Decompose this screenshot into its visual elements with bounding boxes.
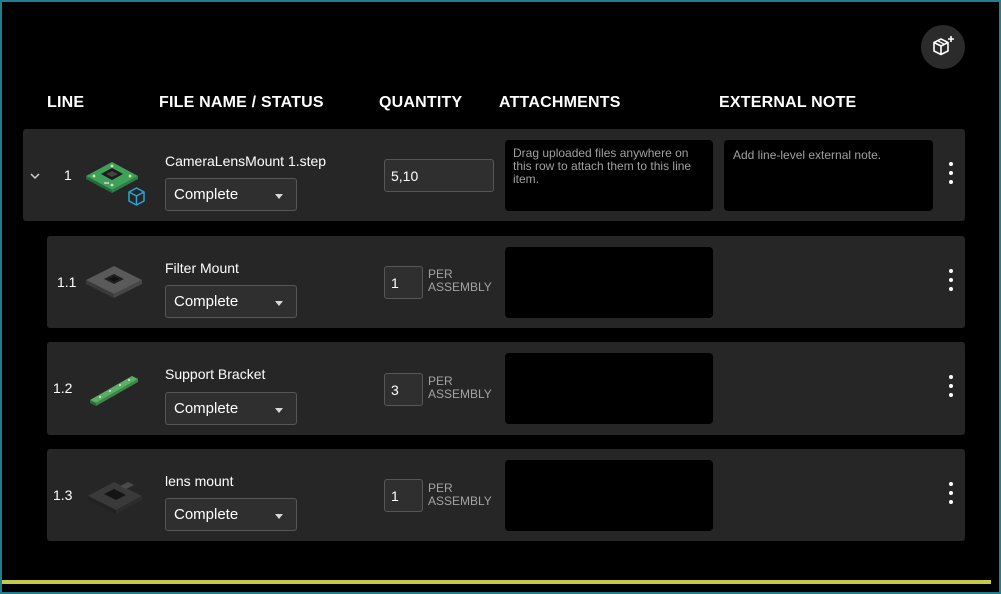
caret-down-icon — [275, 514, 283, 519]
attachments-dropzone[interactable] — [505, 353, 713, 424]
per-assembly-label: PER ASSEMBLY — [428, 481, 492, 508]
3d-box-icon[interactable] — [126, 186, 147, 207]
line-number: 1.3 — [53, 487, 73, 503]
status-value: Complete — [174, 506, 239, 523]
quantity-value: 1 — [391, 487, 399, 504]
header-attachments: ATTACHMENTS — [499, 94, 621, 111]
attachments-placeholder: Drag uploaded files anywhere on this row… — [513, 146, 692, 186]
row-menu-button[interactable] — [945, 375, 957, 397]
attachments-dropzone[interactable] — [505, 247, 713, 318]
accent-bar — [2, 580, 991, 584]
file-name[interactable]: CameraLensMount 1.step — [165, 153, 326, 169]
row-menu-button[interactable] — [945, 162, 957, 184]
part-thumbnail[interactable] — [84, 474, 146, 518]
per-assembly-label: PER ASSEMBLY — [428, 374, 492, 401]
file-name[interactable]: Support Bracket — [165, 366, 265, 382]
header-file-name-status: FILE NAME / STATUS — [159, 94, 324, 111]
add-part-button[interactable] — [921, 25, 965, 69]
part-thumbnail[interactable] — [82, 258, 146, 304]
attachments-dropzone[interactable] — [505, 460, 713, 531]
per-assembly-label: PER ASSEMBLY — [428, 267, 492, 294]
line-number: 1.2 — [53, 380, 73, 396]
status-value: Complete — [174, 186, 239, 203]
file-name[interactable]: lens mount — [165, 473, 233, 489]
quantity-input[interactable]: 5,10 — [384, 159, 494, 192]
header-external-note: EXTERNAL NOTE — [719, 94, 857, 111]
external-note-field[interactable]: Add line-level external note. — [724, 140, 933, 211]
quantity-value: 5,10 — [391, 167, 419, 184]
external-note-placeholder: Add line-level external note. — [733, 148, 882, 162]
status-dropdown[interactable]: Complete — [165, 498, 297, 531]
status-dropdown[interactable]: Complete — [165, 285, 297, 318]
caret-down-icon — [275, 194, 283, 199]
quantity-input[interactable]: 1 — [384, 479, 423, 512]
status-value: Complete — [174, 400, 239, 417]
quantity-value: 3 — [391, 381, 399, 398]
quantity-input[interactable]: 3 — [384, 373, 423, 406]
status-dropdown[interactable]: Complete — [165, 178, 297, 211]
file-name[interactable]: Filter Mount — [165, 260, 239, 276]
attachments-dropzone[interactable]: Drag uploaded files anywhere on this row… — [505, 140, 713, 211]
row-menu-button[interactable] — [945, 482, 957, 504]
caret-down-icon — [275, 301, 283, 306]
box-plus-icon — [933, 36, 954, 56]
part-thumbnail[interactable] — [86, 370, 142, 408]
caret-down-icon — [275, 408, 283, 413]
header-line: LINE — [47, 94, 85, 111]
row-menu-button[interactable] — [945, 269, 957, 291]
line-number: 1 — [64, 167, 72, 183]
line-number: 1.1 — [57, 274, 77, 290]
status-dropdown[interactable]: Complete — [165, 392, 297, 425]
header-quantity: QUANTITY — [379, 94, 463, 111]
chevron-down-icon[interactable] — [28, 169, 42, 183]
status-value: Complete — [174, 293, 239, 310]
quantity-value: 1 — [391, 274, 399, 291]
quantity-input[interactable]: 1 — [384, 266, 423, 299]
